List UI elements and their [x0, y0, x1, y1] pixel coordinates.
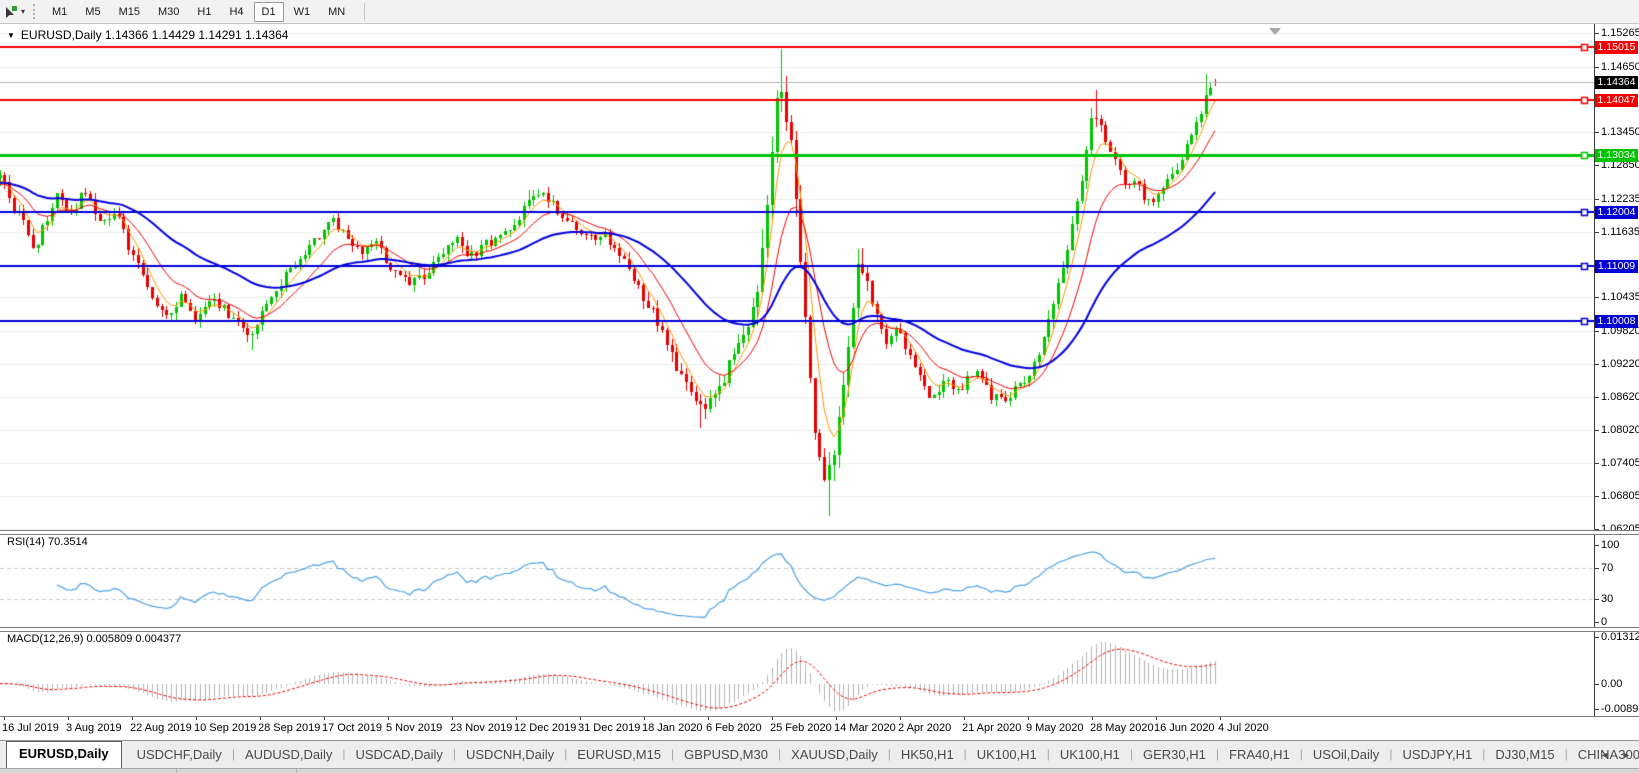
price-tick-label: 1.13450 — [1595, 126, 1639, 139]
date-axis[interactable]: 16 Jul 2019 3 Aug 2019 22 Aug 2019 10 Sep 2… — [0, 716, 1594, 740]
chart-bottom-border — [0, 716, 1639, 717]
chart-canvas[interactable] — [0, 24, 1594, 717]
date-tick-label[interactable]: 23 Nov 2019 — [450, 716, 512, 734]
dropdown-caret-icon[interactable]: ▾ — [21, 7, 25, 16]
timeframe-button-h4[interactable]: H4 — [221, 2, 251, 22]
timeframe-button-m5[interactable]: M5 — [77, 2, 108, 22]
macd-tick-label: 0.00 — [1594, 678, 1623, 690]
date-tick-label[interactable]: 4 Jul 2020 — [1218, 716, 1269, 734]
timeframe-toolbar: M1 M5 M15 M30 H1 H4 D1 W1 MN — [44, 1, 355, 22]
date-tick-label[interactable]: 9 May 2020 — [1026, 716, 1083, 734]
tab-usdcnh-daily[interactable]: USDCNH,Daily — [456, 742, 564, 768]
price-tick-label: 1.08020 — [1595, 423, 1639, 436]
tab-eurusd-m15[interactable]: EURUSD,M15 — [567, 742, 671, 768]
price-tick-label: 1.07405 — [1595, 457, 1639, 470]
price-level-label: 1.10008 — [1595, 314, 1638, 328]
tab-scroll-right-icon[interactable]: ► — [1622, 750, 1631, 760]
toolbar-grip[interactable] — [33, 4, 36, 19]
rsi-tick-label: 70 — [1594, 562, 1614, 575]
timeframe-button-m15[interactable]: M15 — [111, 2, 148, 22]
date-tick-label[interactable]: 21 Apr 2020 — [962, 716, 1021, 734]
symbol-dropdown-icon: ▼ — [7, 30, 15, 40]
panel-separator[interactable] — [0, 530, 1639, 535]
price-level-label: 1.11009 — [1595, 260, 1638, 274]
rsi-tick-label: 30 — [1594, 592, 1614, 605]
price-tick-label: 1.12235 — [1595, 192, 1639, 205]
price-tick-label: 1.08620 — [1595, 390, 1639, 403]
date-tick-label[interactable]: 3 Aug 2019 — [66, 716, 122, 734]
bid-price-label: 1.14364 — [1595, 76, 1638, 90]
tab-bar: EURUSD,Daily USDCHF,Daily | AUDUSD,Daily | US… — [0, 740, 1639, 768]
toolbar-separator — [364, 2, 366, 21]
timeframe-button-h1[interactable]: H1 — [189, 2, 219, 22]
tab-eurusd-daily[interactable]: EURUSD,Daily — [6, 741, 122, 768]
date-tick-label[interactable]: 16 Jun 2020 — [1154, 716, 1215, 734]
tab-uk100-h1[interactable]: UK100,H1 — [1050, 742, 1130, 768]
price-tick-label: 1.15265 — [1595, 27, 1639, 39]
macd-tick-label: -0.008933 — [1595, 703, 1639, 716]
price-level-label: 1.12004 — [1595, 205, 1638, 219]
panel-separator[interactable] — [0, 627, 1639, 632]
tab-scroll-arrows: ◄ ► — [1600, 750, 1631, 760]
toolbar: ▾ M1 M5 M15 M30 H1 H4 D1 W1 MN — [0, 0, 1639, 24]
tab-fra40-h1[interactable]: FRA40,H1 — [1219, 742, 1300, 768]
price-axis[interactable]: 1.15265 1.14650 1.13450 1.12850 1.12235 1.116… — [1594, 24, 1639, 717]
date-tick-label[interactable]: 22 Aug 2019 — [130, 716, 192, 734]
price-level-label: 1.13034 — [1595, 149, 1638, 163]
price-tick-label: 1.10435 — [1595, 291, 1639, 304]
date-tick-label[interactable]: 2 Apr 2020 — [898, 716, 951, 734]
tab-usoil-daily[interactable]: USOil,Daily — [1303, 742, 1389, 768]
tab-uk100-h1[interactable]: UK100,H1 — [967, 742, 1047, 768]
crosshair-tool-button[interactable]: ▾ — [0, 1, 28, 23]
date-tick-label[interactable]: 6 Feb 2020 — [706, 716, 762, 734]
tab-usdcad-daily[interactable]: USDCAD,Daily — [345, 742, 452, 768]
date-tick-label[interactable]: 25 Feb 2020 — [770, 716, 832, 734]
timeframe-button-m1[interactable]: M1 — [44, 2, 75, 22]
date-tick-label[interactable]: 12 Dec 2019 — [514, 716, 576, 734]
price-level-label: 1.15015 — [1595, 40, 1638, 54]
date-tick-label[interactable]: 5 Nov 2019 — [386, 716, 442, 734]
trading-terminal-window: ▾ M1 M5 M15 M30 H1 H4 D1 W1 MN ▼ EURUSD,Daily 1.… — [0, 0, 1639, 773]
price-tick-label: 1.06805 — [1595, 490, 1639, 503]
chart-title: ▼ EURUSD,Daily 1.14366 1.14429 1.14291 1… — [7, 28, 288, 42]
date-tick-label[interactable]: 18 Jan 2020 — [642, 716, 703, 734]
tab-hk50-h1[interactable]: HK50,H1 — [891, 742, 964, 768]
price-tick-label: 1.09220 — [1595, 357, 1639, 370]
price-level-label: 1.14047 — [1595, 93, 1638, 107]
rsi-label: RSI(14) 70.3514 — [7, 536, 88, 548]
timeframe-button-w1[interactable]: W1 — [286, 2, 319, 22]
tab-ger30-h1[interactable]: GER30,H1 — [1133, 742, 1216, 768]
date-tick-label[interactable]: 17 Oct 2019 — [322, 716, 382, 734]
timeframe-button-m30[interactable]: M30 — [150, 2, 187, 22]
timeframe-button-mn[interactable]: MN — [320, 2, 353, 22]
tab-list: EURUSD,Daily USDCHF,Daily | AUDUSD,Daily | US… — [0, 741, 1639, 768]
date-tick-label[interactable]: 16 Jul 2019 — [2, 716, 59, 734]
tab-audusd-daily[interactable]: AUDUSD,Daily — [235, 742, 342, 768]
price-tick-label: 1.11635 — [1595, 225, 1639, 238]
rsi-tick-label: 100 — [1594, 539, 1620, 551]
chart-title-text: EURUSD,Daily 1.14366 1.14429 1.14291 1.1… — [20, 28, 289, 42]
macd-label: MACD(12,26,9) 0.005809 0.004377 — [7, 633, 182, 645]
date-tick-label[interactable]: 28 May 2020 — [1090, 716, 1154, 734]
date-tick-label[interactable]: 28 Sep 2019 — [258, 716, 320, 734]
status-bar — [0, 768, 1639, 773]
date-tick-label[interactable]: 31 Dec 2019 — [578, 716, 640, 734]
tab-usdjpy-h1[interactable]: USDJPY,H1 — [1392, 742, 1482, 768]
date-tick-label[interactable]: 14 Mar 2020 — [834, 716, 896, 734]
macd-tick-label: 0.013121 — [1595, 631, 1639, 644]
tab-gbpusd-m30[interactable]: GBPUSD,M30 — [674, 742, 778, 768]
date-tick-label[interactable]: 10 Sep 2019 — [194, 716, 256, 734]
tab-dj30-m15[interactable]: DJ30,M15 — [1485, 742, 1564, 768]
timeframe-button-d1[interactable]: D1 — [253, 1, 284, 22]
price-tick-label: 1.14650 — [1595, 60, 1639, 73]
tab-usdchf-daily[interactable]: USDCHF,Daily — [127, 742, 232, 768]
chart-shift-marker-icon[interactable] — [1269, 28, 1281, 35]
tab-scroll-left-icon[interactable]: ◄ — [1600, 750, 1609, 760]
pointer-tool-icon — [6, 5, 17, 18]
tab-xauusd-daily[interactable]: XAUUSD,Daily — [781, 742, 888, 768]
